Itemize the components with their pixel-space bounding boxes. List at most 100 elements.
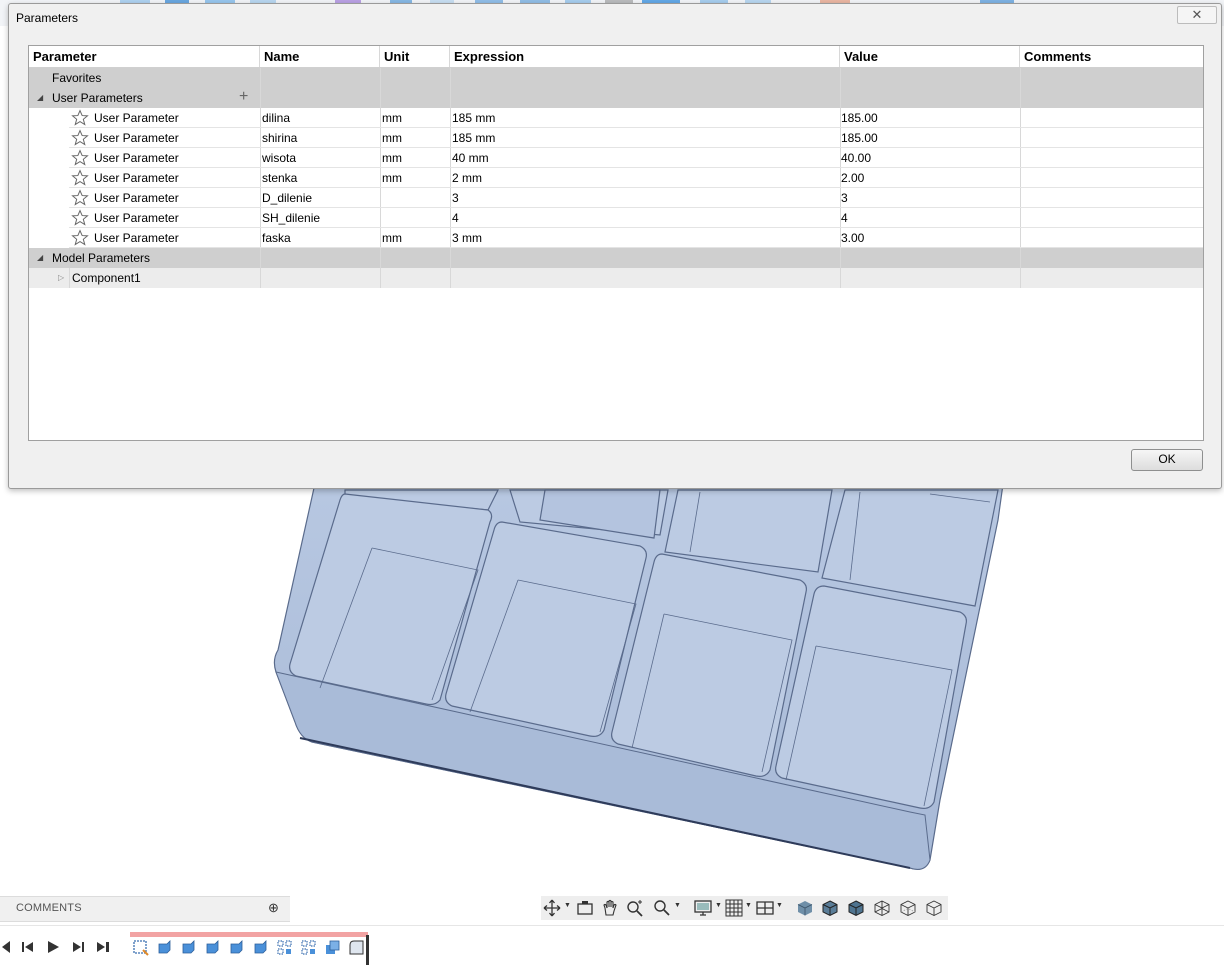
star-outline-icon[interactable]	[71, 109, 89, 127]
column-header-parameter[interactable]: Parameter	[29, 46, 260, 67]
user-parameters-row[interactable]: ◢ User Parameters +	[29, 88, 1203, 108]
extrude-feature-icon[interactable]	[204, 939, 221, 956]
column-header-unit[interactable]: Unit	[380, 46, 450, 67]
component-row[interactable]: ▷ Component1	[29, 268, 1203, 288]
table-row[interactable]: User Parameter stenka mm 2 mm 2.00	[29, 168, 1203, 188]
parameter-expression[interactable]: 4	[452, 208, 459, 228]
wireframe-cube-icon[interactable]	[873, 899, 891, 917]
grid-icon[interactable]	[725, 899, 743, 917]
timeline-marker[interactable]	[366, 935, 369, 965]
extrude-feature-icon[interactable]	[156, 939, 173, 956]
table-row[interactable]: User Parameter D_dilenie 3 3	[29, 188, 1203, 208]
parameter-expression[interactable]: 185 mm	[452, 108, 495, 128]
parameter-expression[interactable]: 185 mm	[452, 128, 495, 148]
star-outline-icon[interactable]	[71, 169, 89, 187]
favorites-row[interactable]: Favorites	[29, 68, 1203, 88]
viewports-dropdown-icon[interactable]: ▼	[776, 902, 783, 909]
star-outline-icon[interactable]	[71, 129, 89, 147]
parameter-unit[interactable]: mm	[382, 228, 402, 248]
parameters-dialog: Parameters ✕ Parameter Name Unit Express…	[8, 3, 1222, 489]
extrude-feature-icon[interactable]	[180, 939, 197, 956]
column-header-value[interactable]: Value	[840, 46, 1020, 67]
parameter-expression[interactable]: 3 mm	[452, 228, 482, 248]
parameter-name[interactable]: stenka	[262, 168, 297, 188]
parameter-type: User Parameter	[94, 171, 179, 185]
shaded-hidden-edges-cube-icon[interactable]	[847, 899, 865, 917]
timeline-track[interactable]	[130, 932, 368, 937]
orbit-dropdown-icon[interactable]: ▼	[564, 902, 571, 909]
column-header-comments[interactable]: Comments	[1020, 46, 1203, 67]
column-header-expression[interactable]: Expression	[450, 46, 840, 67]
grid-dropdown-icon[interactable]: ▼	[745, 902, 752, 909]
column-header-name[interactable]: Name	[260, 46, 380, 67]
parameter-expression[interactable]: 40 mm	[452, 148, 489, 168]
parameter-value: 2.00	[841, 171, 865, 185]
look-at-icon[interactable]	[576, 899, 594, 917]
combine-feature-icon[interactable]	[324, 939, 341, 956]
model-parameters-row[interactable]: ◢ Model Parameters	[29, 248, 1203, 268]
pan-hand-icon[interactable]	[601, 899, 619, 917]
sketch-feature-icon[interactable]	[132, 939, 149, 956]
play-icon[interactable]	[45, 939, 61, 955]
table-row[interactable]: User Parameter wisota mm 40 mm 40.00	[29, 148, 1203, 168]
viewports-icon[interactable]	[756, 899, 774, 917]
step-back-icon[interactable]	[20, 939, 36, 955]
pattern-feature-icon[interactable]	[300, 939, 317, 956]
pattern-feature-icon[interactable]	[276, 939, 293, 956]
parameter-name[interactable]: dilina	[262, 108, 290, 128]
wireframe-hidden-cube-icon[interactable]	[899, 899, 917, 917]
parameter-name[interactable]: wisota	[262, 148, 296, 168]
go-to-start-icon[interactable]	[0, 939, 14, 955]
parameter-value: 185.00	[841, 111, 878, 125]
parameter-value: 185.00	[841, 131, 878, 145]
wireframe-visible-cube-icon[interactable]	[925, 899, 943, 917]
fillet-feature-icon[interactable]	[348, 939, 365, 956]
close-button[interactable]: ✕	[1177, 6, 1217, 24]
zoom-icon[interactable]	[626, 899, 644, 917]
star-outline-icon[interactable]	[71, 189, 89, 207]
parameter-unit[interactable]: mm	[382, 128, 402, 148]
go-to-end-icon[interactable]	[95, 939, 111, 955]
zoom-dropdown-icon[interactable]: ▼	[674, 902, 681, 909]
star-outline-icon[interactable]	[71, 229, 89, 247]
navigation-toolbar: ▼ ▼ ▼ ▼ ▼	[541, 896, 948, 920]
display-settings-icon[interactable]	[694, 899, 712, 917]
display-dropdown-icon[interactable]: ▼	[715, 902, 722, 909]
parameter-name[interactable]: SH_dilenie	[262, 208, 320, 228]
table-row[interactable]: User Parameter shirina mm 185 mm 185.00	[29, 128, 1203, 148]
dialog-title: Parameters	[16, 11, 79, 25]
table-row[interactable]: User Parameter SH_dilenie 4 4	[29, 208, 1203, 228]
table-row[interactable]: User Parameter faska mm 3 mm 3.00	[29, 228, 1203, 248]
model-parameters-label: Model Parameters	[52, 251, 151, 265]
fit-zoom-icon[interactable]	[653, 899, 671, 917]
parameters-table[interactable]: Parameter Name Unit Expression Value Com…	[28, 45, 1204, 441]
extrude-feature-icon[interactable]	[252, 939, 269, 956]
ok-button[interactable]: OK	[1131, 449, 1203, 471]
collapse-triangle-icon[interactable]: ◢	[37, 88, 43, 108]
star-outline-icon[interactable]	[71, 209, 89, 227]
table-row[interactable]: User Parameter dilina mm 185 mm 185.00	[29, 108, 1203, 128]
collapse-triangle-icon[interactable]: ◢	[37, 248, 43, 268]
shaded-edges-cube-icon[interactable]	[821, 899, 839, 917]
comments-label: COMMENTS	[16, 902, 82, 914]
orbit-icon[interactable]	[543, 899, 561, 917]
favorites-label: Favorites	[52, 71, 102, 85]
parameter-expression[interactable]: 3	[452, 188, 459, 208]
expand-triangle-icon[interactable]: ▷	[58, 268, 64, 288]
parameter-expression[interactable]: 2 mm	[452, 168, 482, 188]
parameter-unit[interactable]: mm	[382, 108, 402, 128]
extrude-feature-icon[interactable]	[228, 939, 245, 956]
add-parameter-plus-icon[interactable]: +	[239, 88, 248, 106]
step-forward-icon[interactable]	[70, 939, 86, 955]
shaded-cube-icon[interactable]	[796, 899, 814, 917]
parameter-name[interactable]: shirina	[262, 128, 297, 148]
parameter-name[interactable]: faska	[262, 228, 291, 248]
dialog-titlebar[interactable]: Parameters ✕	[9, 4, 1221, 30]
comments-panel[interactable]: COMMENTS ⊕	[0, 896, 290, 922]
close-icon: ✕	[1191, 7, 1203, 22]
add-comment-plus-icon[interactable]: ⊕	[268, 900, 279, 916]
parameter-unit[interactable]: mm	[382, 148, 402, 168]
parameter-unit[interactable]: mm	[382, 168, 402, 188]
parameter-name[interactable]: D_dilenie	[262, 188, 312, 208]
star-outline-icon[interactable]	[71, 149, 89, 167]
